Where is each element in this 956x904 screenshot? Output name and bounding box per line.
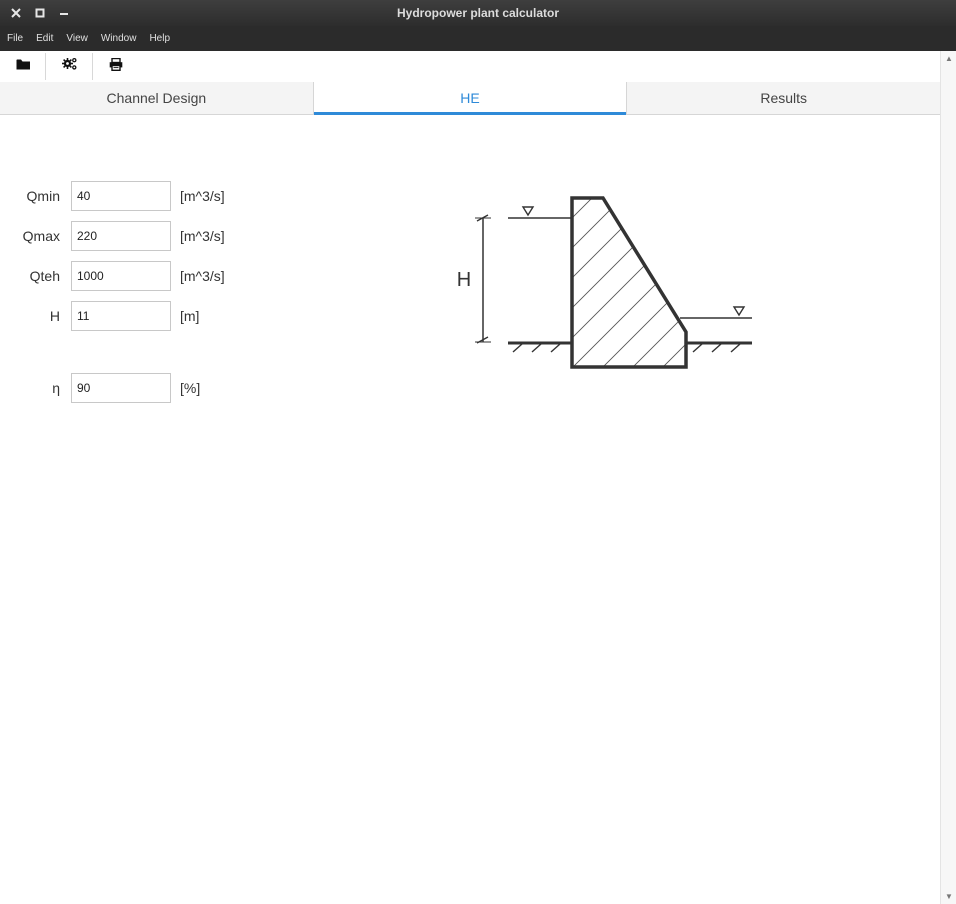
print-button[interactable] xyxy=(93,51,138,82)
qmin-label: Qmin xyxy=(26,188,60,204)
menu-view[interactable]: View xyxy=(59,26,94,51)
scroll-up-icon[interactable]: ▲ xyxy=(945,54,953,63)
tab-he[interactable]: HE xyxy=(313,82,628,115)
tab-bar: Channel Design HE Results xyxy=(0,82,940,115)
menu-bar: File Edit View Window Help xyxy=(0,26,956,51)
qmax-label: Qmax xyxy=(22,228,60,244)
qmax-unit: [m^3/s] xyxy=(180,228,225,244)
title-bar: Hydropower plant calculator xyxy=(0,0,956,26)
dam-outline xyxy=(570,196,688,369)
dam-hatching xyxy=(572,198,686,367)
qmin-input[interactable] xyxy=(71,181,171,211)
gears-icon xyxy=(61,57,78,76)
water-level-upstream-icon xyxy=(521,206,535,217)
folder-icon xyxy=(16,58,31,76)
window-title: Hydropower plant calculator xyxy=(396,6,560,20)
he-panel: Qmin [m^3/s] Qmax [m^3/s] Qteh [m^3/s] H… xyxy=(0,115,940,904)
tab-label: Results xyxy=(760,90,808,106)
vertical-scrollbar[interactable]: ▲ ▼ xyxy=(940,51,956,904)
tab-channel-design[interactable]: Channel Design xyxy=(0,82,314,114)
print-icon xyxy=(109,57,123,76)
h-input[interactable] xyxy=(71,301,171,331)
settings-button[interactable] xyxy=(47,51,92,82)
eta-input[interactable] xyxy=(71,373,171,403)
qteh-label: Qteh xyxy=(29,268,60,284)
qmin-unit: [m^3/s] xyxy=(180,188,225,204)
toolbar xyxy=(0,51,940,83)
menu-window[interactable]: Window xyxy=(94,26,143,51)
toolbar-separator xyxy=(45,53,46,80)
eta-label: η xyxy=(52,380,60,396)
eta-unit: [%] xyxy=(180,380,201,396)
tab-results[interactable]: Results xyxy=(627,82,940,114)
tab-label: Channel Design xyxy=(106,90,207,106)
dam-diagram: H xyxy=(457,196,752,369)
menu-help[interactable]: Help xyxy=(142,26,176,51)
qteh-input[interactable] xyxy=(71,261,171,291)
tab-label: HE xyxy=(460,90,480,106)
h-label: H xyxy=(49,308,60,324)
water-level-downstream-icon xyxy=(732,306,746,317)
height-label: H xyxy=(457,269,471,291)
open-button[interactable] xyxy=(1,51,46,82)
menu-edit[interactable]: Edit xyxy=(29,26,59,51)
scroll-down-icon[interactable]: ▼ xyxy=(945,892,953,901)
qteh-unit: [m^3/s] xyxy=(180,268,225,284)
menu-file[interactable]: File xyxy=(0,26,29,51)
qmax-input[interactable] xyxy=(71,221,171,251)
h-unit: [m] xyxy=(180,308,200,324)
